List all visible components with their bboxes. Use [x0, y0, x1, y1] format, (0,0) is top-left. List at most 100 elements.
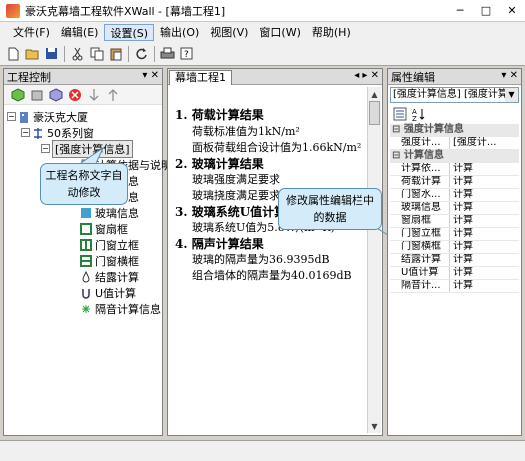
property-value[interactable]: [强度计... [450, 137, 519, 149]
doc-line: 面板荷载组合设计值为1.66kN/m² [192, 141, 362, 154]
property-row[interactable]: 结露计算 计算 [390, 254, 519, 267]
glass-icon [81, 207, 91, 218]
maximize-button[interactable]: □ [473, 1, 499, 21]
property-row[interactable]: 窗扇框 计算 [390, 215, 519, 228]
property-key: 计算依... [390, 163, 450, 175]
tree-item[interactable]: 窗扇框 [80, 221, 128, 236]
property-value[interactable]: 计算 [450, 215, 519, 227]
categorized-icon[interactable] [391, 106, 408, 123]
doc-line: 荷载标准值为1kN/m² [192, 125, 300, 138]
document-content[interactable]: 1. 荷载计算结果 荷载标准值为1kN/m² 面板荷载组合设计值为1.66kN/… [172, 89, 364, 419]
property-key: 门窗水... [390, 189, 450, 201]
menu-help[interactable]: 帮助(H) [307, 24, 356, 41]
property-key: 门窗横框 [390, 241, 450, 253]
property-key: 隔音计... [390, 280, 450, 292]
save-icon[interactable] [43, 45, 60, 62]
move-down-icon[interactable] [85, 86, 102, 103]
property-row[interactable]: 门窗水... 计算 [390, 189, 519, 202]
property-row[interactable]: 荷载计算 计算 [390, 176, 519, 189]
window-frame-icon [34, 127, 42, 139]
property-row[interactable]: 强度计... [强度计... [390, 137, 519, 150]
cut-icon[interactable] [69, 45, 86, 62]
close-button[interactable]: ✕ [499, 1, 525, 21]
status-bar [0, 440, 525, 461]
tree-item[interactable]: 门窗横框 [80, 253, 139, 268]
property-value[interactable]: 计算 [450, 202, 519, 214]
property-editor-title: 属性编辑 [391, 70, 435, 84]
property-value[interactable]: 计算 [450, 176, 519, 188]
menu-view[interactable]: 视图(V) [205, 24, 253, 41]
property-row[interactable]: 隔音计... 计算 [390, 280, 519, 293]
category-calc[interactable]: ⊟ 计算信息 [390, 150, 519, 163]
doc-line: 组合墙体的隔声量为40.0169dB [192, 269, 352, 282]
tree-selected[interactable]: − [强度计算信息] [41, 139, 133, 158]
property-value[interactable]: 计算 [450, 241, 519, 253]
tree-item-label: 隔音计算信息 [95, 302, 161, 316]
tree-item[interactable]: 玻璃信息 [80, 205, 139, 220]
tree-item-label: 窗扇框 [95, 222, 128, 236]
move-up-icon[interactable] [104, 86, 121, 103]
tab-nav-controls[interactable]: ◂ ▸ ✕ [354, 70, 379, 81]
panel-pin-close[interactable]: ▾ ✕ [142, 70, 159, 81]
minimize-button[interactable]: ─ [447, 1, 473, 21]
open-folder-icon[interactable] [24, 45, 41, 62]
collapse-icon[interactable]: − [41, 144, 50, 153]
tab-project[interactable]: 幕墙工程1 [169, 70, 232, 85]
module-icon[interactable] [47, 86, 64, 103]
menu-output[interactable]: 输出(O) [155, 24, 204, 41]
tree-item[interactable]: 隔音计算信息 [80, 301, 161, 316]
box-icon[interactable] [28, 86, 45, 103]
toolbar: ? [0, 42, 525, 66]
menu-file[interactable]: 文件(F) [8, 24, 55, 41]
property-value[interactable]: 计算 [450, 267, 519, 279]
sort-az-icon[interactable]: AZ [410, 106, 427, 123]
menu-window[interactable]: 窗口(W) [254, 24, 305, 41]
scroll-thumb[interactable] [369, 101, 380, 125]
property-row[interactable]: 计算依... 计算 [390, 163, 519, 176]
print-icon[interactable] [159, 45, 176, 62]
scroll-up-icon[interactable]: ▲ [368, 87, 381, 101]
add-cube-icon[interactable] [9, 86, 26, 103]
property-value[interactable]: 计算 [450, 189, 519, 201]
paste-icon[interactable] [107, 45, 124, 62]
delete-icon[interactable] [66, 86, 83, 103]
property-row[interactable]: U值计算 计算 [390, 267, 519, 280]
menu-edit[interactable]: 编辑(E) [56, 24, 104, 41]
property-row[interactable]: 玻璃信息 计算 [390, 202, 519, 215]
app-icon [6, 3, 20, 18]
tree-toolbar [4, 85, 162, 105]
tree-item[interactable]: 结露计算 [80, 269, 139, 284]
doc-line: 玻璃挠度满足要求 [192, 189, 280, 202]
u-value-icon [82, 288, 90, 299]
scroll-down-icon[interactable]: ▼ [368, 419, 381, 433]
panel-pin-close[interactable]: ▾ ✕ [501, 70, 518, 81]
property-value[interactable]: 计算 [450, 280, 519, 292]
tree-item[interactable]: U值计算 [80, 285, 136, 300]
property-value[interactable]: 计算 [450, 163, 519, 175]
collapse-icon[interactable]: − [21, 128, 30, 137]
vertical-scrollbar[interactable]: ▲ ▼ [367, 87, 381, 433]
new-file-icon[interactable] [5, 45, 22, 62]
tree-item[interactable]: 门窗立框 [80, 237, 139, 252]
project-control-panel: 工程控制 ▾ ✕ − 豪沃克大厦 − 50系列窗 − [强度计算信息] 计算依据… [3, 68, 172, 436]
tree-root[interactable]: − 豪沃克大厦 [7, 109, 88, 124]
property-row[interactable]: 门窗立框 计算 [390, 228, 519, 241]
object-selector[interactable]: [强度计算信息] [强度计算 ▼ [390, 87, 519, 103]
doc-heading: 4. 隔声计算结果 [175, 237, 264, 251]
doc-line: 玻璃强度满足要求 [192, 173, 280, 186]
chevron-down-icon[interactable]: ▼ [505, 88, 518, 102]
help-icon[interactable]: ? [178, 45, 195, 62]
property-value[interactable]: 计算 [450, 228, 519, 240]
tree-item-label: U值计算 [95, 286, 137, 300]
refresh-icon[interactable] [133, 45, 150, 62]
collapse-icon[interactable]: − [7, 112, 16, 121]
tree-series[interactable]: − 50系列窗 [21, 125, 94, 140]
property-key: 玻璃信息 [390, 202, 450, 214]
callout-left: 工程名称文字自动修改 [40, 163, 128, 205]
menu-settings[interactable]: 设置(S) [104, 23, 155, 41]
category-strength[interactable]: ⊟ 强度计算信息 [390, 124, 519, 137]
copy-icon[interactable] [88, 45, 105, 62]
property-row[interactable]: 门窗横框 计算 [390, 241, 519, 254]
property-value[interactable]: 计算 [450, 254, 519, 266]
tree-item-label: 结露计算 [95, 270, 139, 284]
